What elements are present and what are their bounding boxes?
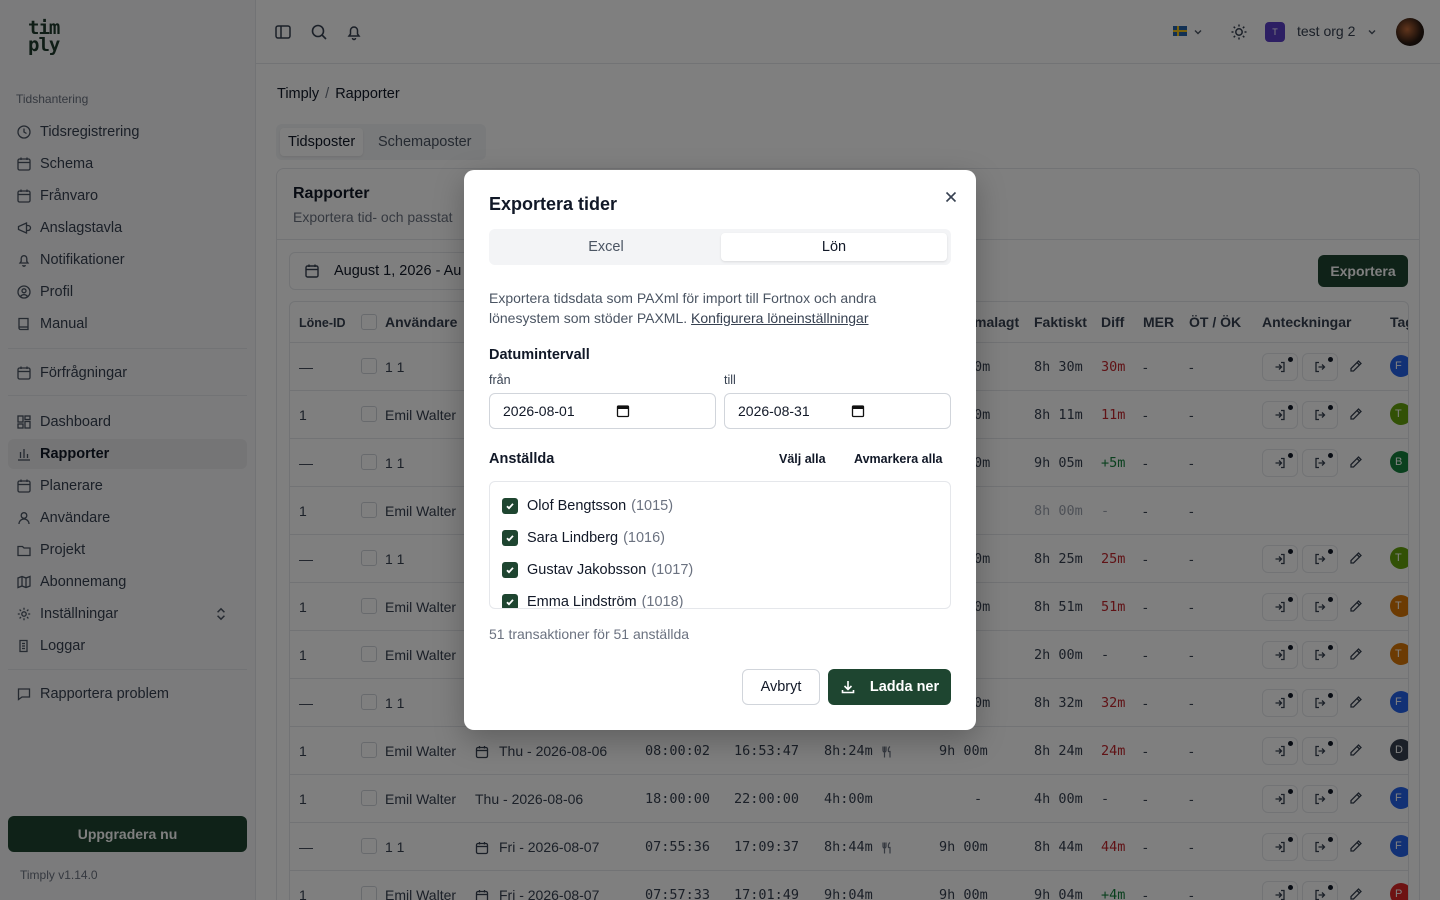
- close-icon[interactable]: [942, 188, 960, 206]
- employee-id: (1015): [631, 498, 674, 514]
- download-icon: [841, 681, 855, 694]
- employee-id: (1016): [623, 530, 666, 546]
- employee-id: (1018): [641, 594, 684, 609]
- configure-payroll-link[interactable]: Konfigurera löneinställningar: [691, 310, 868, 326]
- checkbox-checked-icon[interactable]: [502, 530, 518, 546]
- employee-name: Olof Bengtsson: [527, 498, 627, 514]
- deselect-all-button[interactable]: Avmarkera alla: [854, 452, 943, 466]
- employee-item[interactable]: Sara Lindberg (1016): [502, 528, 665, 548]
- tab-lon[interactable]: Lön: [721, 233, 947, 261]
- checkbox-checked-icon[interactable]: [502, 498, 518, 514]
- employee-id: (1017): [651, 562, 694, 578]
- export-dialog: Exportera tider Excel Lön Exportera tids…: [464, 170, 976, 730]
- dialog-description: Exportera tidsdata som PAXml för import …: [489, 290, 877, 326]
- dialog-title: Exportera tider: [489, 194, 618, 214]
- employee-name: Emma Lindström: [527, 594, 637, 609]
- cancel-button[interactable]: Avbryt: [742, 669, 820, 705]
- employee-item[interactable]: Gustav Jakobsson (1017): [502, 560, 693, 580]
- to-date-input[interactable]: 2026-08-31: [724, 393, 951, 429]
- checkbox-checked-icon[interactable]: [502, 594, 518, 608]
- download-button[interactable]: Ladda ner: [828, 669, 951, 705]
- employee-name: Sara Lindberg: [527, 530, 619, 546]
- from-date-input[interactable]: 2026-08-01: [489, 393, 716, 429]
- checkbox-checked-icon[interactable]: [502, 562, 518, 578]
- select-all-button[interactable]: Välj alla: [779, 452, 826, 466]
- calendar-icon[interactable]: [616, 404, 630, 418]
- employee-name: Gustav Jakobsson: [527, 562, 647, 578]
- tab-excel[interactable]: Excel: [493, 233, 719, 261]
- employee-item[interactable]: Emma Lindström (1018): [502, 592, 684, 609]
- to-label: till: [724, 373, 736, 387]
- transaction-summary: 51 transaktioner för 51 anställda: [489, 626, 690, 642]
- date-interval-label: Datumintervall: [489, 347, 590, 363]
- calendar-icon[interactable]: [851, 404, 865, 418]
- export-format-tabs: Excel Lön: [489, 229, 951, 265]
- employees-label: Anställda: [489, 451, 555, 467]
- employee-list[interactable]: Olof Bengtsson (1015) Sara Lindberg (1016) G…: [489, 481, 951, 609]
- employee-item[interactable]: Olof Bengtsson (1015): [502, 496, 673, 516]
- from-label: från: [489, 373, 511, 387]
